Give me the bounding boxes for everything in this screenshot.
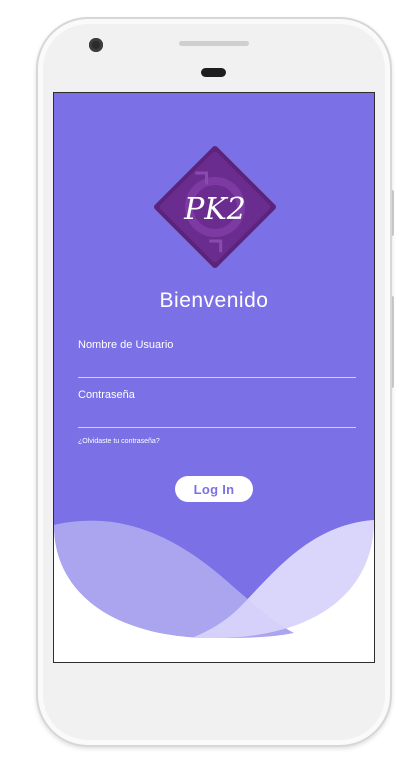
password-input[interactable] <box>78 407 356 428</box>
speaker-grille <box>179 41 249 46</box>
password-label: Contraseña <box>78 389 135 401</box>
front-camera-icon <box>89 38 103 52</box>
app-screen: PK2 Bienvenido Nombre de Usuario Contras… <box>53 92 375 663</box>
username-input[interactable] <box>78 357 356 378</box>
pk2-logo-icon: PK2 <box>154 146 276 268</box>
welcome-title: Bienvenido <box>159 289 269 312</box>
forgot-password-link[interactable]: ¿Olvidaste tu contraseña? <box>78 438 160 445</box>
earpiece-speaker <box>201 68 226 77</box>
username-label: Nombre de Usuario <box>78 339 174 351</box>
login-button[interactable]: Log In <box>175 476 253 502</box>
logo-text: PK2 <box>183 192 246 227</box>
